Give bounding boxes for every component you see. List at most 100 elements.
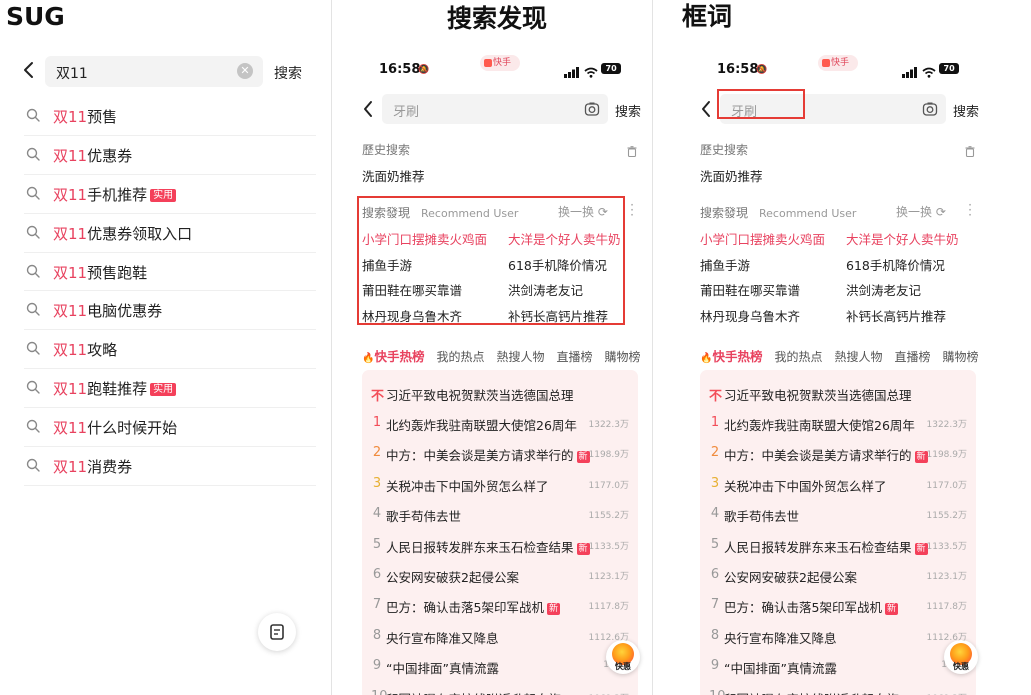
annotation-box-search <box>717 89 805 119</box>
ranking-row[interactable]: 5 人民日报转发胖东来玉石检查结果新 1133.5万 <box>362 530 638 560</box>
discovery-item[interactable]: 洪剑涛老友记 <box>846 280 921 299</box>
ranking-title-text: 北约轰炸我驻南联盟大使馆26周年 <box>724 418 915 433</box>
ranking-row[interactable]: 10印军被曝在实控线附近升起白旗新 1069.2万 <box>700 682 976 695</box>
trash-icon[interactable] <box>965 142 975 158</box>
suggestion-item[interactable]: 双11优惠券领取入口 <box>24 214 316 253</box>
ranking-row[interactable]: 1 北约轰炸我驻南联盟大使馆26周年 1322.3万 <box>362 408 638 438</box>
refresh-button[interactable]: 换一换 ⟳ <box>896 203 946 220</box>
suggestion-keyword: 双11 <box>53 108 88 126</box>
ranking-tab[interactable]: 直播榜 <box>557 348 593 365</box>
ranking-row[interactable]: 10印军被曝在实控线附近升起白旗新 1069.2万 <box>362 682 638 695</box>
search-input[interactable]: 双11 ✕ <box>45 56 263 87</box>
kuaihui-float-button[interactable]: 快惠 <box>606 640 640 674</box>
ranking-row[interactable]: 5 人民日报转发胖东来玉石检查结果新 1133.5万 <box>700 530 976 560</box>
ranking-number: 3 <box>372 475 382 491</box>
back-chevron-icon[interactable] <box>22 61 36 79</box>
search-button[interactable]: 搜索 <box>953 101 979 120</box>
search-button[interactable]: 搜索 <box>615 101 641 120</box>
suggestion-list: 双11预售 双11优惠券 双11手机推荐 实用 双11优惠券领取入口 双11预售跑鞋 双11… <box>24 97 316 486</box>
ranking-row[interactable]: 7 巴方：确认击落5架印军战机新 1117.8万 <box>700 590 976 620</box>
notes-float-button[interactable] <box>258 613 296 651</box>
ranking-count: 1322.3万 <box>926 420 968 430</box>
suggestion-rest: 电脑优惠券 <box>87 302 163 321</box>
ranking-count: 1069.2万 <box>589 691 630 695</box>
hot-ranking-list: 不习近平致电祝贺默茨当选德国总理 1 北约轰炸我驻南联盟大使馆26周年 1322.3万… <box>700 370 976 695</box>
back-chevron-icon[interactable] <box>700 100 712 118</box>
discovery-item[interactable]: 大洋是个好人卖牛奶 <box>846 229 959 248</box>
history-label: 歷史搜索 <box>362 143 411 157</box>
tab-hot-list[interactable]: 🔥快手热榜 <box>700 346 762 365</box>
useful-badge: 实用 <box>150 188 177 202</box>
discovery-item[interactable]: 莆田鞋在哪买靠谱 <box>700 280 800 299</box>
ranking-pinned-row[interactable]: 不习近平致电祝贺默茨当选德国总理 <box>362 378 638 408</box>
ranking-tab[interactable]: 熱搜人物 <box>496 348 544 365</box>
more-icon[interactable]: · · · <box>630 199 634 221</box>
ranking-tab[interactable]: 我的热点 <box>436 348 484 365</box>
ranking-tab[interactable]: 購物榜 <box>605 348 641 365</box>
ranking-number: 6 <box>372 567 382 582</box>
discovery-item[interactable]: 林丹现身乌鲁木齐 <box>700 306 800 325</box>
ranking-row[interactable]: 3 关税冲击下中国外贸怎么样了 1177.0万 <box>362 469 638 499</box>
suggestion-rest: 优惠券领取入口 <box>87 224 193 243</box>
ranking-tab-label: 我的热点 <box>774 350 823 364</box>
ranking-pinned-row[interactable]: 不习近平致电祝贺默茨当选德国总理 <box>700 378 976 408</box>
clear-icon[interactable]: ✕ <box>237 63 253 79</box>
discovery-label-text: 搜索發現 <box>700 206 749 220</box>
ranking-row[interactable]: 2 中方：中美会谈是美方请求举行的新 1198.9万 <box>362 438 638 468</box>
ranking-tab[interactable]: 購物榜 <box>943 348 979 365</box>
suggestion-item[interactable]: 双11预售 <box>24 97 316 136</box>
wifi-icon <box>922 67 936 78</box>
kuaishou-logo-icon <box>822 59 830 67</box>
suggestion-keyword: 双11 <box>53 419 88 438</box>
ranking-row[interactable]: 4 歌手苟伟去世 1155.2万 <box>362 499 638 529</box>
ranking-tab[interactable]: 熱搜人物 <box>834 348 882 365</box>
ranking-row[interactable]: 6 公安网安破获2起侵公案 1123.1万 <box>700 560 976 590</box>
suggestion-item[interactable]: 双11消费券 <box>24 447 316 486</box>
suggestion-item[interactable]: 双11手机推荐 实用 <box>24 175 316 214</box>
suggestion-rest: 预售 <box>87 108 118 126</box>
ranking-row[interactable]: 1 北约轰炸我驻南联盟大使馆26周年 1322.3万 <box>700 408 976 438</box>
tab-hot-list[interactable]: 🔥快手热榜 <box>362 346 424 365</box>
ranking-title-text: 北约轰炸我驻南联盟大使馆26周年 <box>386 418 577 433</box>
ranking-row[interactable]: 8 央行宣布降准又降息 1112.6万 <box>700 621 976 651</box>
back-chevron-icon[interactable] <box>362 100 374 118</box>
suggestion-item[interactable]: 双11优惠券 <box>24 136 316 175</box>
ranking-row[interactable]: 7 巴方：确认击落5架印军战机新 1117.8万 <box>362 590 638 620</box>
ranking-row[interactable]: 2 中方：中美会谈是美方请求举行的新 1198.9万 <box>700 438 976 468</box>
discovery-item[interactable]: 小学门口摆摊卖火鸡面 <box>700 229 825 248</box>
search-input[interactable]: 牙刷 <box>382 94 608 124</box>
ranking-row[interactable]: 9“中国排面”真情流露1091. <box>362 651 638 681</box>
signal-icon <box>902 67 917 78</box>
suggestion-text: 双11电脑优惠券 <box>53 300 162 321</box>
trash-icon[interactable] <box>627 142 637 158</box>
ranking-row[interactable]: 4 歌手苟伟去世 1155.2万 <box>700 499 976 529</box>
ranking-title: 巴方：确认击落5架印军战机新 <box>386 597 560 616</box>
discovery-item[interactable]: 补钙长高钙片推荐 <box>846 306 946 325</box>
ranking-title-text: 公安网安破获2起侵公案 <box>386 570 519 585</box>
ranking-count: 1117.8万 <box>588 602 630 613</box>
ranking-row[interactable]: 3 关税冲击下中国外贸怎么样了 1177.0万 <box>700 469 976 499</box>
suggestion-item[interactable]: 双11跑鞋推荐 实用 <box>24 369 316 409</box>
camera-search-icon[interactable] <box>922 101 938 117</box>
search-button[interactable]: 搜索 <box>274 63 302 83</box>
discovery-item[interactable]: 618手机降价情况 <box>846 255 945 274</box>
history-item[interactable]: 洗面奶推荐 <box>700 166 763 185</box>
ranking-row[interactable]: 8 央行宣布降准又降息 1112.6万 <box>362 621 638 651</box>
suggestion-item[interactable]: 双11预售跑鞋 <box>24 253 316 292</box>
camera-search-icon[interactable] <box>584 101 600 117</box>
discovery-item[interactable]: 捕鱼手游 <box>700 255 750 274</box>
ranking-count: 1117.8万 <box>926 602 968 613</box>
more-icon[interactable]: · · · <box>968 199 972 221</box>
ranking-row[interactable]: 6 公安网安破获2起侵公案 1123.1万 <box>362 560 638 590</box>
ranking-row[interactable]: 9“中国排面”真情流露1091. <box>700 651 976 681</box>
suggestion-item[interactable]: 双11电脑优惠券 <box>24 291 316 331</box>
status-time: 16:58 <box>717 62 759 77</box>
kuaihui-float-button[interactable]: 快惠 <box>944 640 978 674</box>
ranking-title-text: “中国排面”真情流露 <box>386 661 499 677</box>
ranking-tab[interactable]: 我的热点 <box>774 348 822 365</box>
suggestion-item[interactable]: 双11什么时候开始 <box>24 408 316 448</box>
history-item[interactable]: 洗面奶推荐 <box>362 166 425 185</box>
suggestion-item[interactable]: 双11攻略 <box>24 330 316 370</box>
suggestion-rest: 预售跑鞋 <box>87 263 148 282</box>
ranking-tab[interactable]: 直播榜 <box>895 348 931 365</box>
